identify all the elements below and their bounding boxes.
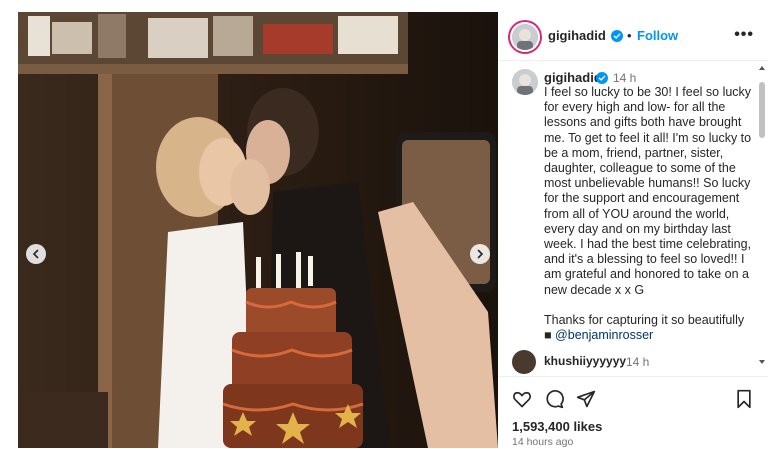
more-options-button[interactable]: ••• (734, 26, 754, 44)
photo-illustration (18, 12, 498, 448)
likes-count[interactable]: 1,593,400 likes (512, 419, 602, 434)
verified-badge-icon (611, 30, 623, 42)
post-side-panel: gigihadid • Follow ••• gigihadid 14 h I … (498, 12, 768, 448)
chevron-left-icon (32, 249, 39, 259)
caption-text: I feel so lucky to be 30! I feel so luck… (544, 85, 754, 343)
scrollbar-thumb[interactable] (759, 82, 765, 138)
bookmark-icon[interactable] (734, 389, 754, 409)
credit-mention-link[interactable]: @benjaminrosser (555, 328, 653, 342)
commenter-username[interactable]: khushiiyyyyyy (544, 354, 626, 368)
caption-credit-line: Thanks for capturing it so beautifully (544, 313, 745, 328)
post-photo[interactable] (18, 12, 498, 448)
post-age: 14 hours ago (512, 436, 574, 448)
previous-photo-button[interactable] (26, 244, 46, 264)
verified-badge-icon (596, 72, 608, 84)
avatar-image (512, 24, 538, 50)
commenter-avatar[interactable] (512, 350, 536, 374)
caption-body: I feel so lucky to be 30! I feel so luck… (544, 85, 755, 297)
caption-username[interactable]: gigihadid (544, 70, 602, 85)
camera-icon: ■ (544, 328, 552, 343)
avatar-image (512, 69, 538, 95)
next-photo-button[interactable] (470, 244, 490, 264)
chevron-right-icon (477, 249, 484, 259)
author-username[interactable]: gigihadid (548, 28, 606, 43)
caption-avatar[interactable] (512, 69, 538, 95)
share-icon[interactable] (576, 389, 596, 409)
heart-icon[interactable] (512, 389, 532, 409)
post-actions: 1,593,400 likes 14 hours ago (498, 376, 768, 449)
follow-button[interactable]: Follow (637, 28, 678, 43)
author-avatar[interactable] (512, 24, 538, 50)
comment-icon[interactable] (544, 389, 564, 409)
caption-section: gigihadid 14 h I feel so lucky to be 30!… (498, 61, 768, 359)
comment-item: khushiiyyyyyy 14 h (498, 348, 768, 376)
post-header: gigihadid • Follow ••• (498, 12, 768, 61)
caption-timestamp: 14 h (613, 71, 637, 85)
header-separator: • (627, 28, 632, 43)
comment-timestamp: 14 h (626, 355, 650, 369)
